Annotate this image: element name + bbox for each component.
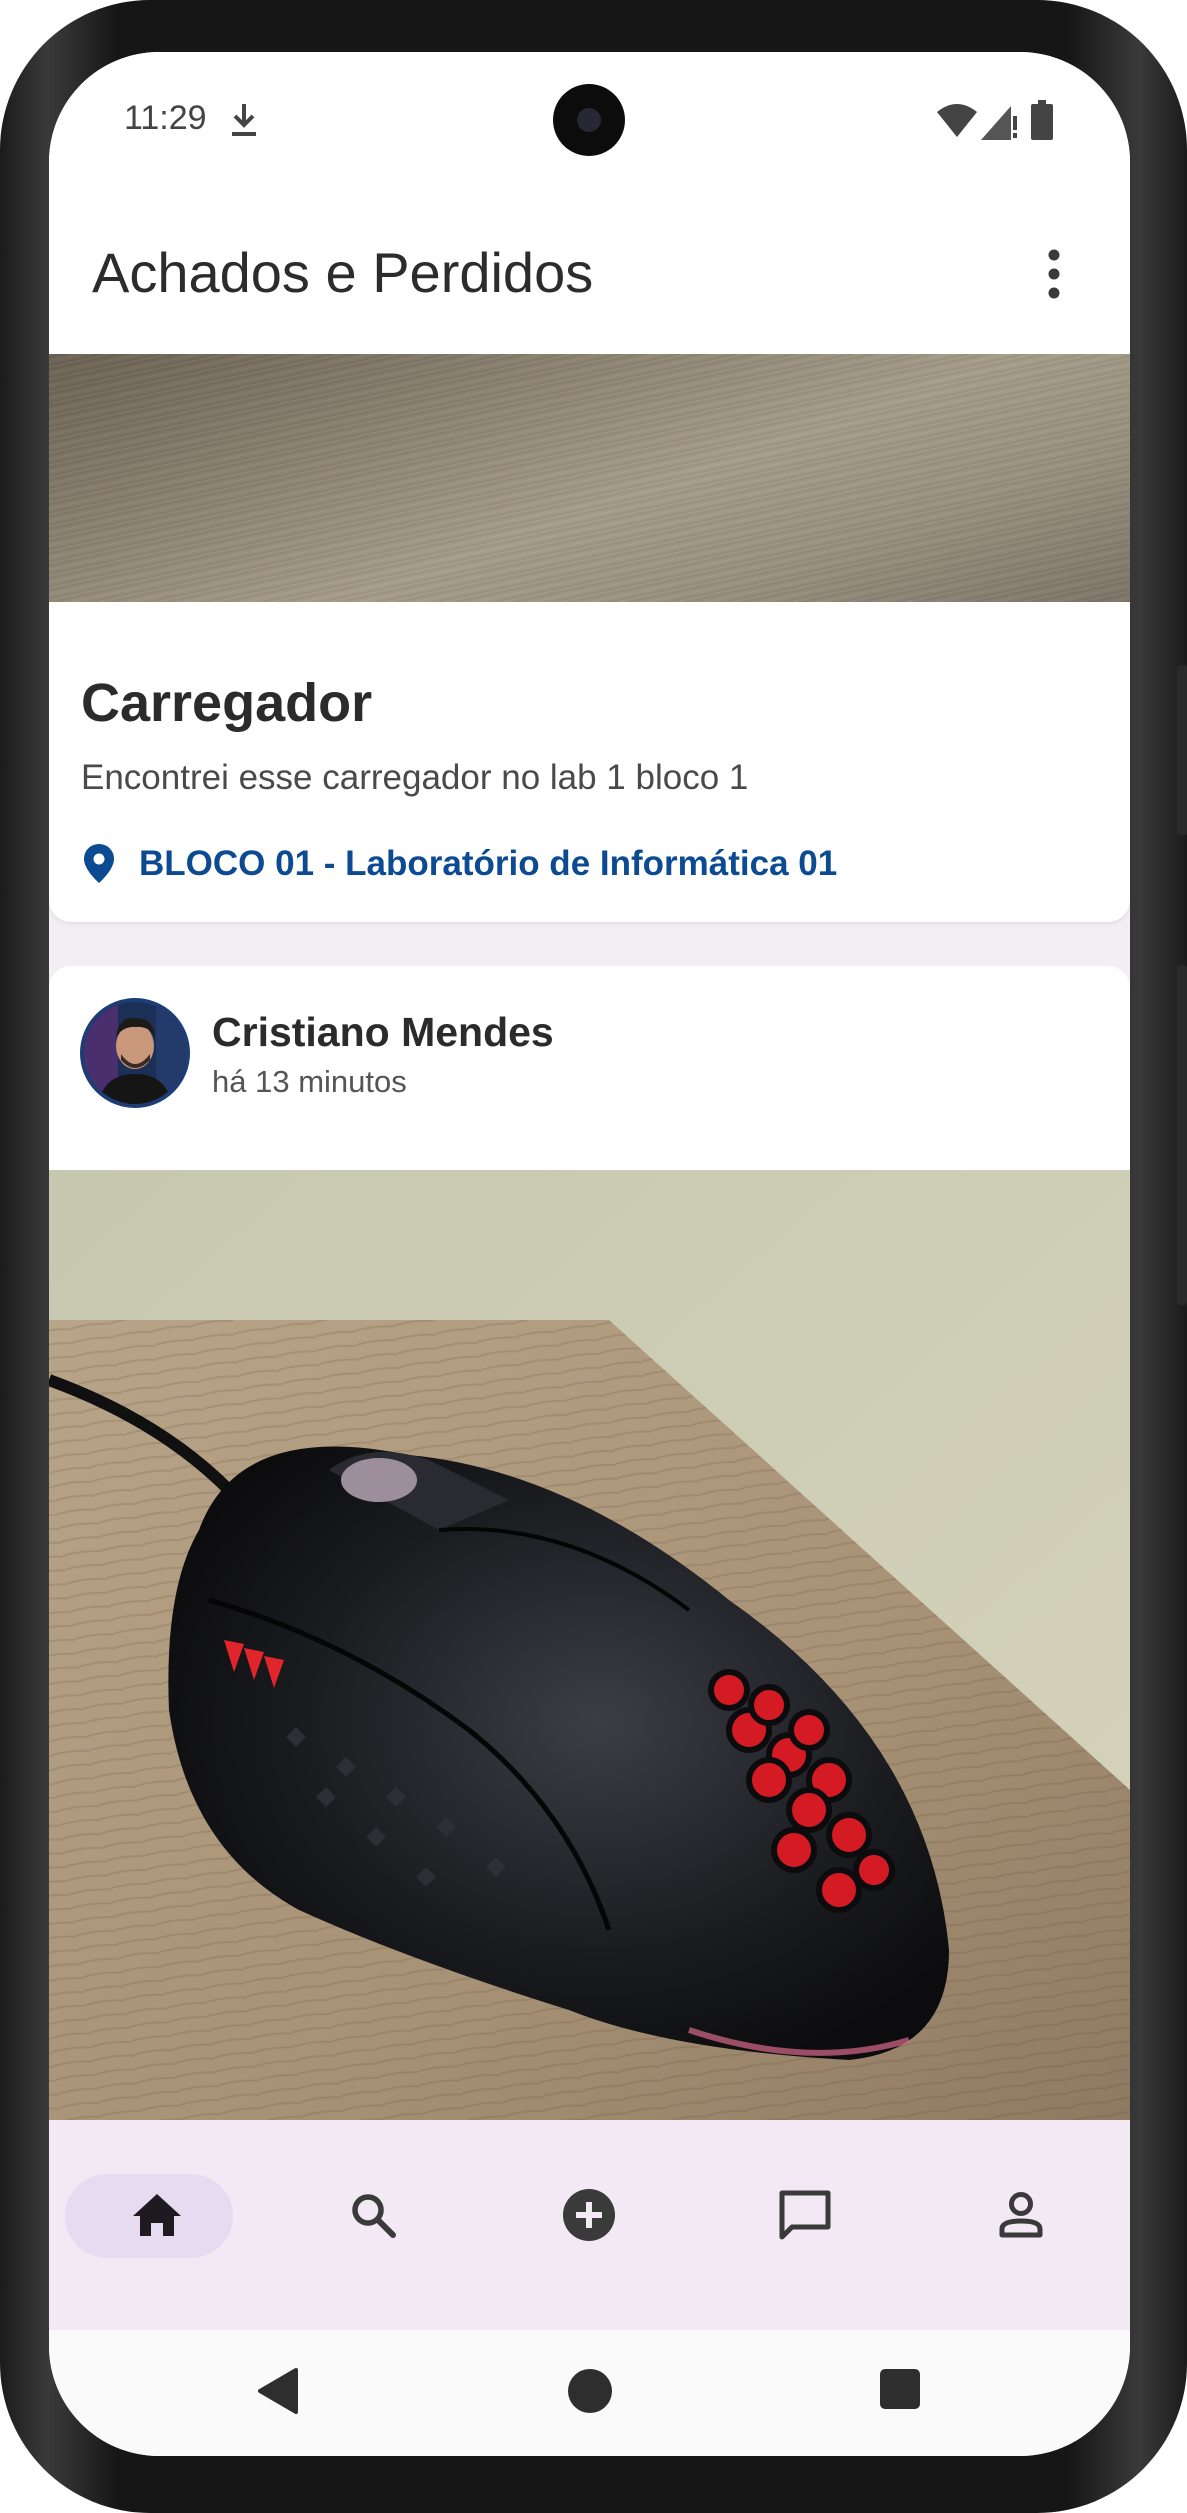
status-bar: 11:29 [49,52,1130,192]
home-icon [133,2194,181,2236]
app-bar: Achados e Perdidos [49,192,1130,354]
home-circle-icon[interactable] [565,2366,615,2416]
system-navigation-bar [49,2330,1130,2456]
battery-icon [1031,100,1053,140]
wifi-icon [937,104,977,137]
front-camera [553,84,625,156]
nav-item-chat[interactable] [697,2120,913,2330]
volume-button [1177,665,1187,835]
post-location: BLOCO 01 - Laboratório de Informática 01 [139,844,838,883]
post-title: Carregador [81,673,373,733]
post-card[interactable]: Cristiano Mendes há 13 minutos [49,966,1130,2124]
nav-item-add[interactable] [481,2120,697,2330]
app-title: Achados e Perdidos [92,241,594,304]
person-icon [999,2192,1043,2238]
nav-item-home[interactable] [49,2120,265,2330]
signal-icon [981,106,1017,140]
avatar[interactable] [80,998,190,1108]
phone-frame: 11:29 Achados e Perdidos Carregador Enco… [0,0,1187,2513]
black-gaming-mouse-photo [49,1170,1130,2122]
avatar-photo [84,1002,186,1104]
feed-list[interactable]: Carregador Encontrei esse carregador no … [49,354,1130,2124]
more-vertical-icon[interactable] [1039,248,1069,300]
nav-item-search[interactable] [265,2120,481,2330]
wooden-table-photo [49,354,1130,602]
add-circle-icon [563,2189,615,2241]
download-icon [232,104,256,136]
status-time: 11:29 [124,99,207,137]
post-author-name: Cristiano Mendes [212,1009,554,1055]
post-time: há 13 minutos [212,1064,407,1099]
bottom-navigation-bar [49,2120,1130,2330]
recents-icon[interactable] [877,2366,923,2412]
power-button [1177,965,1187,1305]
nav-item-profile[interactable] [913,2120,1129,2330]
back-icon[interactable] [254,2366,300,2416]
search-icon [352,2194,396,2238]
post-description: Encontrei esse carregador no lab 1 bloco… [81,758,749,797]
post-card[interactable]: Carregador Encontrei esse carregador no … [49,354,1130,922]
chat-icon [779,2190,831,2240]
location-pin-icon [84,844,114,883]
screen: 11:29 Achados e Perdidos Carregador Enco… [49,52,1130,2456]
